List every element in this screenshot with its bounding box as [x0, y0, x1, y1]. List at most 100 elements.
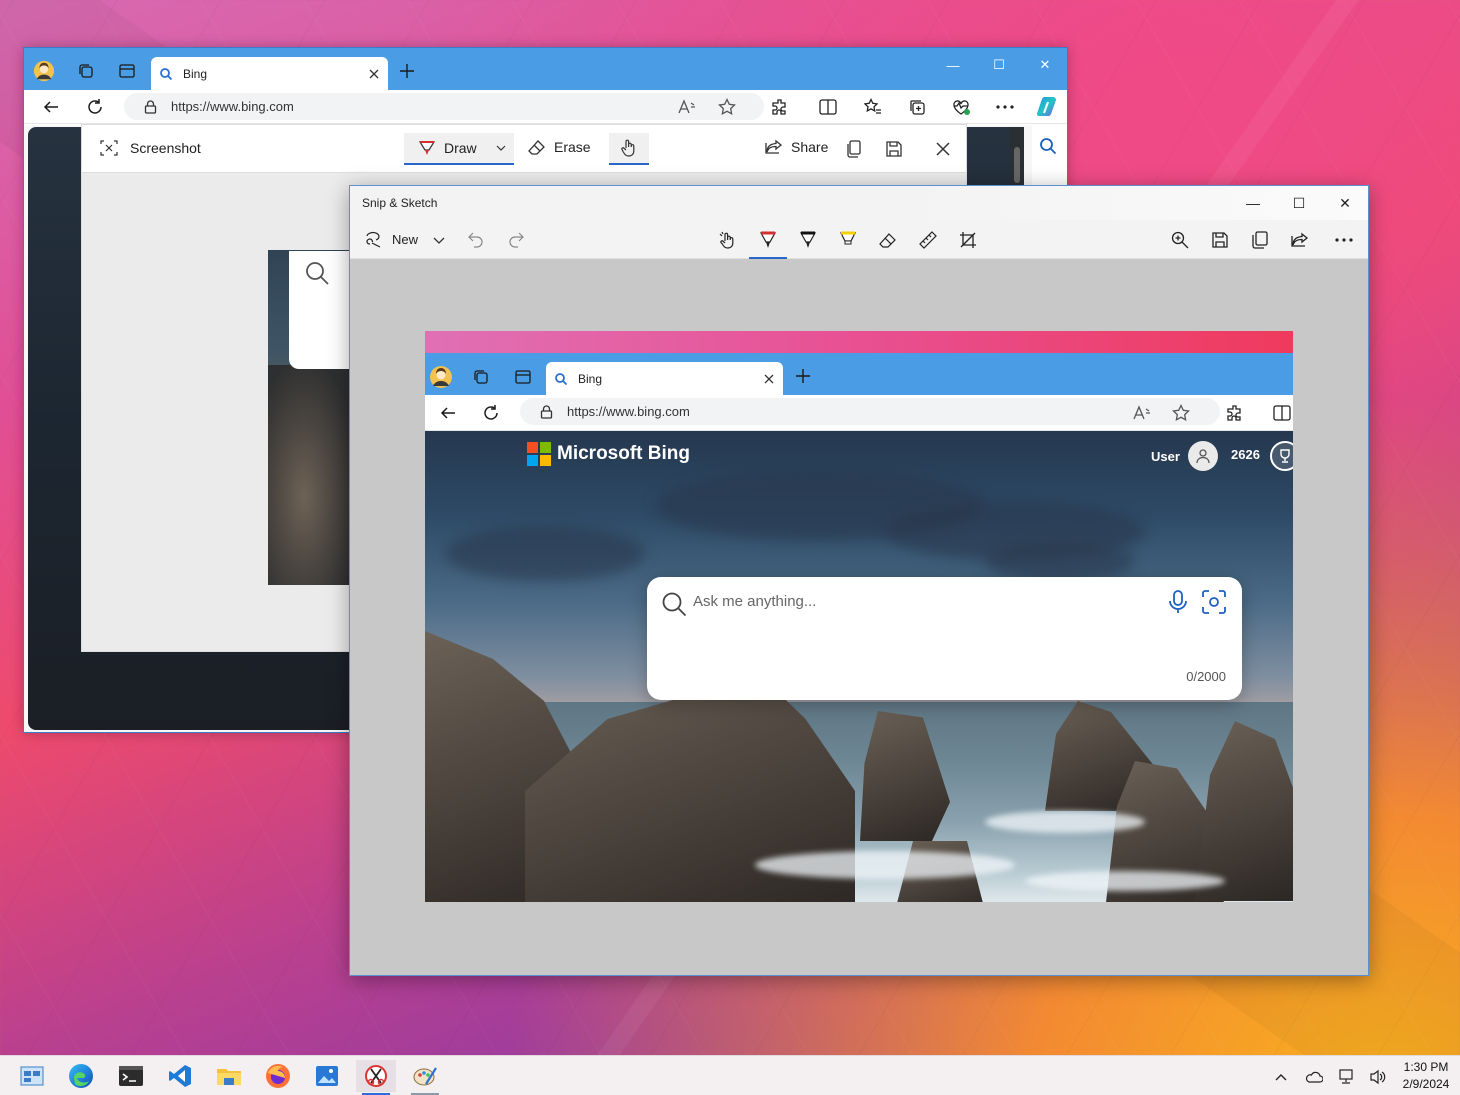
- tab-close-icon[interactable]: [368, 68, 380, 80]
- edge-window-controls: — ☐ ✕: [930, 54, 1067, 76]
- preview-search-icon: [305, 261, 329, 285]
- captured-screenshot[interactable]: Bing https://www.bing.com Microsoft Bing…: [425, 331, 1293, 902]
- snip-title-bar: Snip & Sketch — ☐ ✕: [350, 186, 1368, 220]
- share-button[interactable]: Share: [765, 139, 828, 155]
- lock-icon[interactable]: [144, 99, 157, 114]
- undo-icon[interactable]: [465, 229, 487, 251]
- volume-icon[interactable]: [1367, 1066, 1389, 1088]
- vscode-icon[interactable]: [160, 1060, 200, 1092]
- captured-tab-title: Bing: [578, 371, 603, 386]
- more-options-icon[interactable]: [994, 96, 1016, 118]
- system-clock[interactable]: 1:30 PM 2/9/2024: [1398, 1059, 1454, 1093]
- new-snip-button[interactable]: New: [364, 230, 418, 248]
- paint-icon[interactable]: [405, 1060, 445, 1095]
- favorites-icon[interactable]: [862, 96, 884, 118]
- close-capture-icon[interactable]: [933, 139, 953, 159]
- refresh-icon[interactable]: [84, 96, 106, 118]
- snip-close-button[interactable]: ✕: [1322, 192, 1368, 214]
- snip-sketch-icon[interactable]: [356, 1060, 396, 1095]
- draw-button[interactable]: Draw: [404, 133, 514, 165]
- snip-more-icon[interactable]: [1333, 229, 1355, 251]
- touch-hand-icon: [621, 139, 637, 157]
- onedrive-icon[interactable]: [1303, 1066, 1325, 1088]
- network-icon[interactable]: [1335, 1066, 1357, 1088]
- read-aloud-icon[interactable]: [676, 96, 698, 118]
- web-capture-toolbar: Screenshot Draw Erase Share: [82, 125, 966, 173]
- zoom-icon[interactable]: [1169, 229, 1191, 251]
- captured-star-icon: [1170, 402, 1192, 424]
- bing-homepage: Microsoft Bing User 2626 Ask me anything…: [425, 431, 1293, 902]
- snip-window-title: Snip & Sketch: [362, 196, 438, 210]
- new-snip-icon: [364, 230, 382, 248]
- file-explorer-icon[interactable]: [209, 1060, 249, 1092]
- extensions-icon[interactable]: [769, 96, 791, 118]
- snip-eraser-icon[interactable]: [877, 229, 899, 251]
- eraser-icon: [528, 139, 546, 155]
- new-tab-icon[interactable]: [396, 60, 418, 82]
- wave-foam: [755, 851, 1015, 879]
- edge-tab-bar: Bing — ☐ ✕: [24, 48, 1067, 90]
- crop-icon[interactable]: [957, 229, 979, 251]
- split-screen-icon[interactable]: [817, 96, 839, 118]
- screenshot-title: Screenshot: [100, 139, 201, 157]
- profile-avatar-icon[interactable]: [33, 60, 55, 82]
- snip-maximize-button[interactable]: ☐: [1276, 192, 1322, 214]
- save-icon[interactable]: [884, 139, 904, 159]
- highlighter-icon[interactable]: [837, 229, 859, 251]
- tab-title: Bing: [183, 66, 208, 81]
- firefox-icon[interactable]: [258, 1060, 298, 1092]
- ballpoint-pen-icon[interactable]: [749, 229, 787, 259]
- captured-tab-close-icon: [763, 373, 775, 385]
- search-icon: [661, 591, 687, 617]
- captured-address-bar: https://www.bing.com: [425, 395, 1293, 431]
- favorite-star-icon[interactable]: [716, 96, 738, 118]
- edge-address-bar: https://www.bing.com: [24, 90, 1067, 124]
- terminal-icon[interactable]: [111, 1060, 151, 1092]
- snip-share-icon[interactable]: [1289, 229, 1311, 251]
- captured-lock-icon: [540, 404, 553, 419]
- chevron-down-icon[interactable]: [496, 145, 506, 151]
- show-hidden-icons-icon[interactable]: [1270, 1066, 1292, 1088]
- close-button[interactable]: ✕: [1022, 54, 1067, 76]
- ruler-icon[interactable]: [917, 229, 939, 251]
- copy-icon[interactable]: [844, 139, 864, 159]
- collections-icon[interactable]: [906, 96, 928, 118]
- copilot-icon[interactable]: [1034, 93, 1062, 121]
- snip-mode-chevron-icon[interactable]: [428, 229, 450, 251]
- redo-icon[interactable]: [505, 229, 527, 251]
- touch-writing-icon[interactable]: [717, 229, 739, 251]
- cloud: [445, 526, 645, 581]
- new-label: New: [392, 231, 419, 247]
- browser-essentials-icon[interactable]: [950, 96, 972, 118]
- touch-writing-button[interactable]: [609, 133, 649, 165]
- start-icon[interactable]: [12, 1060, 52, 1092]
- captured-split-screen-icon: [1271, 402, 1293, 424]
- workspaces-icon[interactable]: [75, 60, 97, 82]
- back-icon[interactable]: [40, 96, 62, 118]
- pencil-icon[interactable]: [797, 229, 819, 251]
- minimize-button[interactable]: —: [930, 54, 976, 76]
- snip-save-icon[interactable]: [1209, 229, 1231, 251]
- microsoft-logo-icon: [527, 442, 551, 466]
- snip-copy-icon[interactable]: [1249, 229, 1271, 251]
- screenshot-icon: [100, 139, 118, 157]
- photos-icon[interactable]: [307, 1060, 347, 1092]
- maximize-button[interactable]: ☐: [976, 54, 1022, 76]
- share-label: Share: [791, 139, 829, 155]
- wave-foam: [1025, 871, 1225, 891]
- tab-bing[interactable]: Bing: [151, 57, 388, 90]
- erase-button[interactable]: Erase: [528, 139, 591, 155]
- sidebar-search-icon[interactable]: [1039, 137, 1057, 155]
- captured-tab-bing: Bing: [546, 362, 783, 395]
- snip-sketch-window[interactable]: Snip & Sketch — ☐ ✕ New Bing https://www…: [349, 185, 1369, 976]
- snip-minimize-button[interactable]: —: [1230, 192, 1276, 214]
- rewards-trophy-icon: [1270, 441, 1293, 471]
- url-field[interactable]: https://www.bing.com: [124, 93, 764, 120]
- search-placeholder: Ask me anything...: [693, 593, 817, 610]
- microphone-icon: [1167, 589, 1189, 615]
- tab-actions-icon[interactable]: [116, 60, 138, 82]
- snip-toolbar: New: [350, 220, 1368, 259]
- edge-icon[interactable]: [61, 1060, 101, 1092]
- captured-read-aloud-icon: [1131, 402, 1153, 424]
- visual-search-icon: [1201, 589, 1227, 615]
